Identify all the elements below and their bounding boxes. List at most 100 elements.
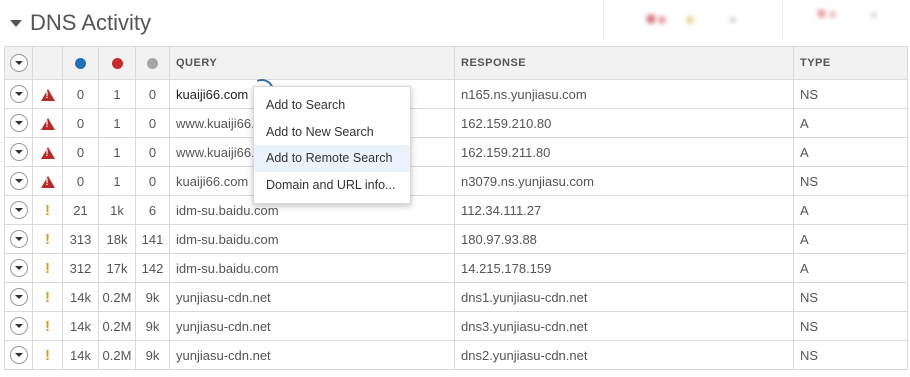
row-menu-cell[interactable]: [4, 137, 33, 167]
row-menu-icon[interactable]: [9, 259, 28, 277]
row-menu-cell[interactable]: [4, 282, 33, 312]
table-row[interactable]: 010www.kuaiji66.com162.159.210.80A: [4, 108, 908, 138]
type-cell[interactable]: A: [793, 224, 908, 254]
red-count-cell[interactable]: 1: [98, 137, 136, 167]
grey-count-cell[interactable]: 9k: [135, 282, 170, 312]
query-cell[interactable]: idm-su.baidu.com: [169, 253, 455, 283]
type-cell[interactable]: NS: [793, 166, 908, 196]
response-cell[interactable]: 112.34.111.27: [454, 195, 794, 225]
menu-item-add-to-new-search[interactable]: Add to New Search: [254, 119, 410, 146]
row-menu-icon[interactable]: [9, 114, 28, 132]
grey-count-cell[interactable]: 0: [135, 166, 170, 196]
collapse-caret-icon[interactable]: [10, 19, 22, 27]
row-menu-cell[interactable]: [4, 108, 33, 138]
table-row[interactable]: 010www.kuaiji66.com162.159.211.80A: [4, 137, 908, 167]
response-cell[interactable]: 162.159.211.80: [454, 137, 794, 167]
red-count-cell[interactable]: 1: [98, 79, 136, 109]
type-cell[interactable]: NS: [793, 340, 908, 370]
table-row[interactable]: ! 14k 0.2M 9k yunjiasu-cdn.net dns3.yunjiasu-…: [4, 311, 908, 341]
table-row[interactable]: ! 14k 0.2M 9k yunjiasu-cdn.net dns2.yunjiasu-…: [4, 340, 908, 370]
query-cell[interactable]: yunjiasu-cdn.net: [169, 311, 455, 341]
red-count-cell[interactable]: 0.2M: [98, 340, 136, 370]
blue-count-cell[interactable]: 0: [62, 137, 99, 167]
red-count-cell[interactable]: 0.2M: [98, 282, 136, 312]
column-menu-icon[interactable]: [9, 54, 28, 72]
header-query[interactable]: QUERY: [169, 46, 455, 80]
header-blue-count[interactable]: [62, 46, 99, 80]
blue-count-cell[interactable]: 14k: [62, 282, 99, 312]
table-row[interactable]: ! 312 17k 142 idm-su.baidu.com 14.215.178.159…: [4, 253, 908, 283]
table-row[interactable]: 010kuaiji66.comn3079.ns.yunjiasu.comNS: [4, 166, 908, 196]
table-row[interactable]: ! 313 18k 141 idm-su.baidu.com 180.97.93.88 A: [4, 224, 908, 254]
blue-count-cell[interactable]: 21: [62, 195, 99, 225]
blue-count-cell[interactable]: 312: [62, 253, 99, 283]
query-cell[interactable]: yunjiasu-cdn.net: [169, 282, 455, 312]
header-menu-cell[interactable]: [4, 46, 33, 80]
table-row[interactable]: ! 21 1k 6 idm-su.baidu.com 112.34.111.27 A: [4, 195, 908, 225]
response-cell[interactable]: dns3.yunjiasu-cdn.net: [454, 311, 794, 341]
row-menu-cell[interactable]: [4, 224, 33, 254]
grey-count-cell[interactable]: 0: [135, 137, 170, 167]
red-count-cell[interactable]: 18k: [98, 224, 136, 254]
response-cell[interactable]: 180.97.93.88: [454, 224, 794, 254]
row-menu-cell[interactable]: [4, 195, 33, 225]
grey-count-cell[interactable]: 0: [135, 108, 170, 138]
type-cell[interactable]: NS: [793, 282, 908, 312]
red-count-cell[interactable]: 1: [98, 108, 136, 138]
row-menu-icon[interactable]: [9, 85, 28, 103]
type-cell[interactable]: A: [793, 108, 908, 138]
response-cell[interactable]: dns1.yunjiasu-cdn.net: [454, 282, 794, 312]
row-menu-icon[interactable]: [9, 201, 28, 219]
row-menu-icon[interactable]: [9, 288, 28, 306]
header-type[interactable]: TYPE: [793, 46, 908, 80]
row-menu-icon[interactable]: [9, 172, 28, 190]
response-cell[interactable]: 162.159.210.80: [454, 108, 794, 138]
grey-count-cell[interactable]: 141: [135, 224, 170, 254]
red-count-cell[interactable]: 0.2M: [98, 311, 136, 341]
row-menu-icon[interactable]: [9, 230, 28, 248]
response-cell[interactable]: dns2.yunjiasu-cdn.net: [454, 340, 794, 370]
blue-count-cell[interactable]: 0: [62, 108, 99, 138]
red-count-cell[interactable]: 1k: [98, 195, 136, 225]
header-response[interactable]: RESPONSE: [454, 46, 794, 80]
type-cell[interactable]: A: [793, 137, 908, 167]
grey-count-cell[interactable]: 9k: [135, 311, 170, 341]
row-menu-cell[interactable]: [4, 79, 33, 109]
header-grey-count[interactable]: [135, 46, 170, 80]
blue-count-cell[interactable]: 313: [62, 224, 99, 254]
response-cell[interactable]: 14.215.178.159: [454, 253, 794, 283]
panel-header[interactable]: DNS Activity: [10, 8, 151, 38]
blue-count-cell[interactable]: 0: [62, 166, 99, 196]
grey-count-cell[interactable]: 142: [135, 253, 170, 283]
menu-item-add-to-search[interactable]: Add to Search: [254, 92, 410, 119]
table-row[interactable]: ! 14k 0.2M 9k yunjiasu-cdn.net dns1.yunjiasu-…: [4, 282, 908, 312]
type-cell[interactable]: A: [793, 195, 908, 225]
row-menu-icon[interactable]: [9, 143, 28, 161]
row-menu-cell[interactable]: [4, 253, 33, 283]
grey-count-cell[interactable]: 9k: [135, 340, 170, 370]
menu-item-add-to-remote-search[interactable]: Add to Remote Search: [254, 145, 410, 172]
row-menu-cell[interactable]: [4, 340, 33, 370]
type-cell[interactable]: A: [793, 253, 908, 283]
blue-count-cell[interactable]: 14k: [62, 340, 99, 370]
type-cell[interactable]: NS: [793, 311, 908, 341]
blue-count-cell[interactable]: 0: [62, 79, 99, 109]
red-count-cell[interactable]: 1: [98, 166, 136, 196]
table-row[interactable]: 010kuaiji66.comn165.ns.yunjiasu.comNS: [4, 79, 908, 109]
menu-item-domain-url-info[interactable]: Domain and URL info...: [254, 172, 410, 199]
row-menu-icon[interactable]: [9, 317, 28, 335]
query-cell[interactable]: idm-su.baidu.com: [169, 224, 455, 254]
query-cell[interactable]: yunjiasu-cdn.net: [169, 340, 455, 370]
row-menu-cell[interactable]: [4, 311, 33, 341]
grey-count-cell[interactable]: 0: [135, 79, 170, 109]
row-menu-icon[interactable]: [9, 346, 28, 364]
blue-count-cell[interactable]: 14k: [62, 311, 99, 341]
type-cell[interactable]: NS: [793, 79, 908, 109]
red-count-cell[interactable]: 17k: [98, 253, 136, 283]
response-cell[interactable]: n165.ns.yunjiasu.com: [454, 79, 794, 109]
grey-count-cell[interactable]: 6: [135, 195, 170, 225]
header-red-count[interactable]: [98, 46, 136, 80]
row-menu-cell[interactable]: [4, 166, 33, 196]
alert-triangle-icon: [40, 118, 55, 131]
response-cell[interactable]: n3079.ns.yunjiasu.com: [454, 166, 794, 196]
